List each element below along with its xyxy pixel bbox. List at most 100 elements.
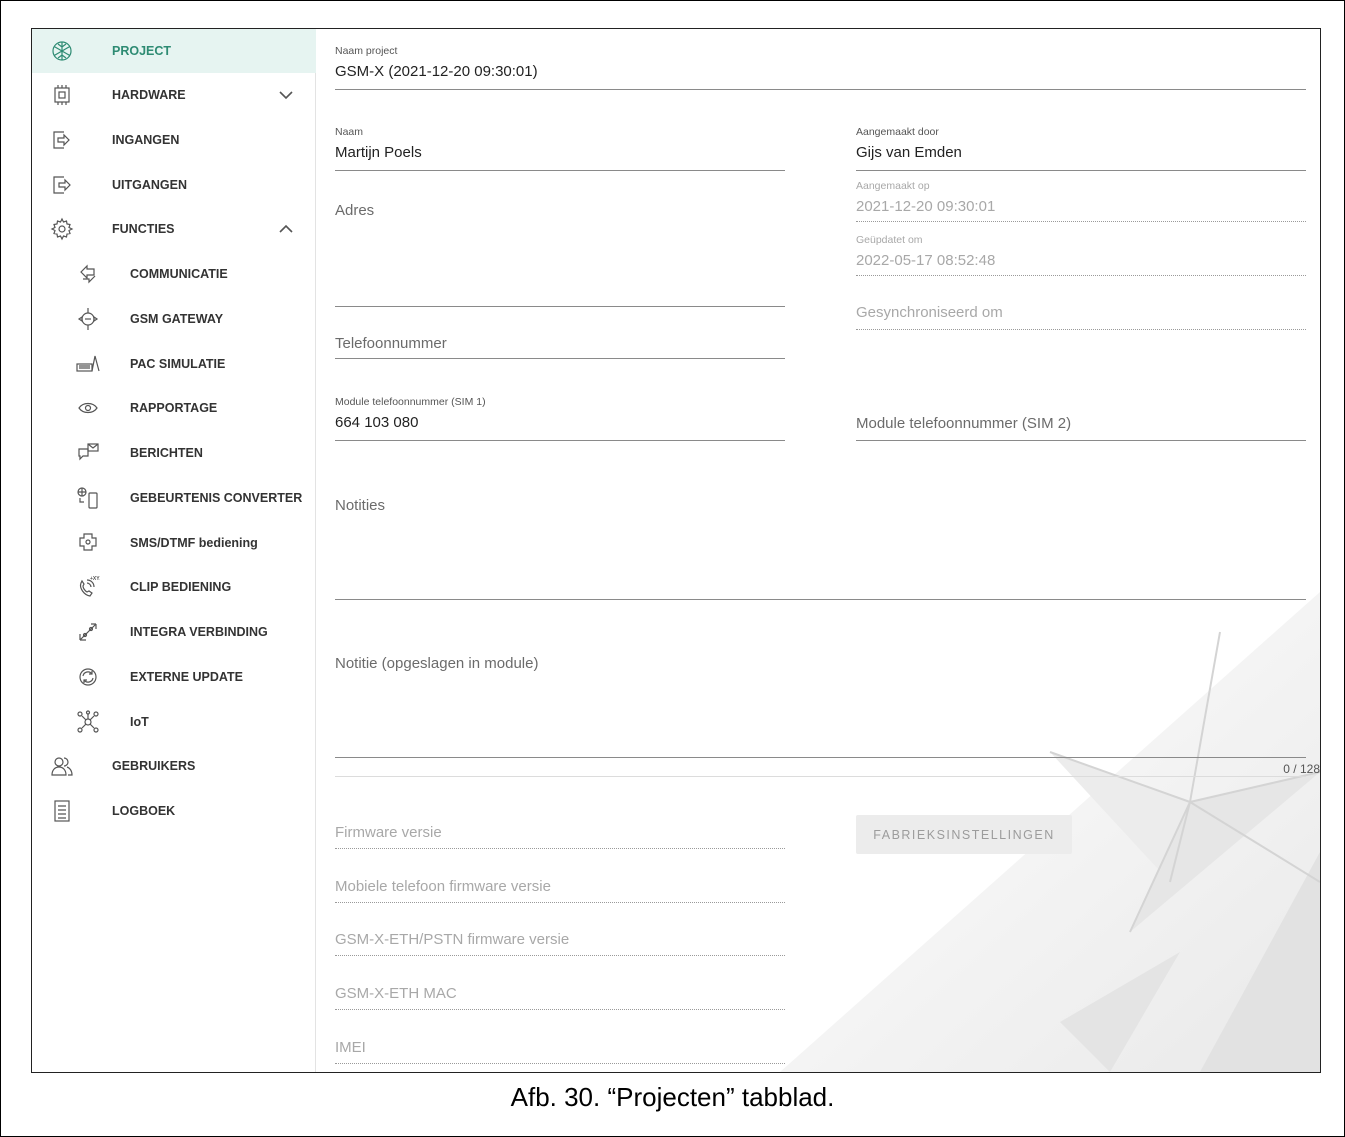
sidebar-item-clip-control[interactable]: +XYZ CLIP BEDIENING bbox=[32, 565, 316, 609]
eth-pstn-firmware-version-placeholder: GSM-X-ETH/PSTN firmware versie bbox=[335, 931, 570, 948]
updated-on-value: 2022-05-17 08:52:48 bbox=[856, 252, 996, 269]
sidebar-item-users[interactable]: GEBRUIKERS bbox=[32, 744, 316, 788]
sidebar-item-label: BERICHTEN bbox=[130, 446, 203, 460]
name-value: Martijn Poels bbox=[335, 144, 422, 161]
iot-icon bbox=[76, 710, 100, 734]
pac-simulation-icon bbox=[76, 352, 100, 376]
project-name-field[interactable]: Naam project GSM-X (2021-12-20 09:30:01) bbox=[335, 43, 1306, 90]
sidebar-item-hardware[interactable]: HARDWARE bbox=[32, 73, 316, 117]
communication-icon bbox=[76, 262, 100, 286]
project-icon bbox=[50, 39, 74, 63]
sidebar-item-communication[interactable]: COMMUNICATIE bbox=[32, 252, 316, 296]
eye-icon bbox=[76, 396, 100, 420]
sidebar-item-integra-connection[interactable]: INTEGRA VERBINDING bbox=[32, 610, 316, 654]
module-phone-sim2-placeholder: Module telefoonnummer (SIM 2) bbox=[856, 415, 1072, 432]
sidebar-item-label: COMMUNICATIE bbox=[130, 267, 228, 281]
outputs-icon bbox=[50, 173, 74, 197]
sidebar-item-pac-simulation[interactable]: PAC SIMULATIE bbox=[32, 342, 316, 386]
created-on-label: Aangemaakt op bbox=[856, 180, 930, 192]
module-phone-sim1-label: Module telefoonnummer (SIM 1) bbox=[335, 396, 486, 408]
event-converter-icon bbox=[76, 486, 100, 510]
sidebar-item-label: HARDWARE bbox=[112, 88, 186, 102]
chevron-up-icon[interactable] bbox=[276, 219, 296, 239]
created-on-field: Aangemaakt op 2021-12-20 09:30:01 bbox=[856, 178, 1306, 222]
sidebar-item-label: LOGBOEK bbox=[112, 804, 176, 818]
module-note-field[interactable]: Notitie (opgeslagen in module) bbox=[335, 649, 1306, 758]
sidebar: PROJECT HARDWARE INGANGEN UITGANGEN FUNC… bbox=[32, 29, 316, 1072]
sidebar-item-label: EXTERNE UPDATE bbox=[130, 670, 243, 684]
created-by-value: Gijs van Emden bbox=[856, 144, 962, 161]
sidebar-item-label: IoT bbox=[130, 715, 149, 729]
module-phone-sim2-field[interactable]: Module telefoonnummer (SIM 2) bbox=[856, 409, 1306, 441]
phone-field[interactable]: Telefoonnummer bbox=[335, 329, 785, 359]
sidebar-item-label: GSM GATEWAY bbox=[130, 312, 224, 326]
sidebar-item-label: PROJECT bbox=[112, 44, 172, 58]
svg-text:+XYZ: +XYZ bbox=[90, 576, 100, 582]
imei-placeholder: IMEI bbox=[335, 1039, 366, 1056]
logbook-icon bbox=[50, 799, 74, 823]
sidebar-item-label: PAC SIMULATIE bbox=[130, 357, 226, 371]
messages-icon bbox=[76, 441, 100, 465]
created-by-label: Aangemaakt door bbox=[856, 126, 939, 138]
sidebar-item-label: UITGANGEN bbox=[112, 178, 187, 192]
sidebar-item-outputs[interactable]: UITGANGEN bbox=[32, 163, 316, 207]
app-window: PROJECT HARDWARE INGANGEN UITGANGEN FUNC… bbox=[31, 28, 1321, 1073]
sidebar-item-label: INTEGRA VERBINDING bbox=[130, 625, 268, 639]
users-icon bbox=[50, 754, 74, 778]
sidebar-item-iot[interactable]: IoT bbox=[32, 700, 316, 744]
sms-dtmf-icon bbox=[76, 531, 100, 555]
sidebar-item-label: GEBRUIKERS bbox=[112, 759, 196, 773]
notes-placeholder: Notities bbox=[335, 497, 386, 514]
sidebar-item-label: INGANGEN bbox=[112, 133, 180, 147]
sidebar-item-label: CLIP BEDIENING bbox=[130, 580, 232, 594]
gsm-gateway-icon bbox=[76, 307, 100, 331]
firmware-version-placeholder: Firmware versie bbox=[335, 824, 442, 841]
name-field[interactable]: Naam Martijn Poels bbox=[335, 124, 785, 171]
section-divider bbox=[335, 776, 1306, 777]
sidebar-item-functions[interactable]: FUNCTIES bbox=[32, 207, 316, 251]
sidebar-item-label: RAPPORTAGE bbox=[130, 401, 218, 415]
created-by-field[interactable]: Aangemaakt door Gijs van Emden bbox=[856, 124, 1306, 171]
updated-on-label: Geüpdatet om bbox=[856, 234, 923, 246]
background-decoration bbox=[780, 592, 1320, 1072]
figure-caption: Afb. 30. “Projecten” tabblad. bbox=[510, 1082, 835, 1112]
mobile-firmware-version-placeholder: Mobiele telefoon firmware versie bbox=[335, 878, 551, 895]
module-phone-sim1-field[interactable]: Module telefoonnummer (SIM 1) 664 103 08… bbox=[335, 394, 785, 441]
hardware-icon bbox=[50, 83, 74, 107]
sidebar-item-inputs[interactable]: INGANGEN bbox=[32, 118, 316, 162]
mobile-firmware-version-field: Mobiele telefoon firmware versie bbox=[335, 873, 785, 903]
clip-control-icon: +XYZ bbox=[76, 575, 103, 599]
sidebar-item-project[interactable]: PROJECT bbox=[32, 29, 316, 73]
created-on-value: 2021-12-20 09:30:01 bbox=[856, 198, 996, 215]
sidebar-item-label: FUNCTIES bbox=[112, 222, 175, 236]
name-label: Naam bbox=[335, 126, 364, 138]
synchronized-on-field: Gesynchroniseerd om bbox=[856, 299, 1306, 330]
phone-placeholder: Telefoonnummer bbox=[335, 335, 447, 352]
module-note-placeholder: Notitie (opgeslagen in module) bbox=[335, 655, 539, 672]
chevron-down-icon[interactable] bbox=[276, 85, 296, 105]
inputs-icon bbox=[50, 128, 74, 152]
imei-field: IMEI bbox=[335, 1034, 785, 1064]
synchronized-on-placeholder: Gesynchroniseerd om bbox=[856, 304, 1003, 321]
sidebar-item-label: GEBEURTENIS CONVERTER bbox=[130, 491, 303, 505]
sidebar-item-sms-dtmf[interactable]: SMS/DTMF bediening bbox=[32, 521, 316, 565]
eth-mac-placeholder: GSM-X-ETH MAC bbox=[335, 985, 457, 1002]
sidebar-item-reporting[interactable]: RAPPORTAGE bbox=[32, 386, 316, 430]
notes-field[interactable]: Notities bbox=[335, 489, 1306, 600]
sidebar-item-messages[interactable]: BERICHTEN bbox=[32, 431, 316, 475]
firmware-version-field: Firmware versie bbox=[335, 819, 785, 849]
project-name-value: GSM-X (2021-12-20 09:30:01) bbox=[335, 63, 538, 80]
eth-mac-field: GSM-X-ETH MAC bbox=[335, 980, 785, 1010]
integra-connection-icon bbox=[76, 620, 100, 644]
sidebar-item-label: SMS/DTMF bediening bbox=[130, 536, 258, 550]
sidebar-item-external-update[interactable]: EXTERNE UPDATE bbox=[32, 655, 316, 699]
factory-settings-button[interactable]: FABRIEKSINSTELLINGEN bbox=[856, 815, 1072, 854]
sidebar-item-gsm-gateway[interactable]: GSM GATEWAY bbox=[32, 297, 316, 341]
address-placeholder: Adres bbox=[335, 202, 375, 219]
module-phone-sim1-value: 664 103 080 bbox=[335, 414, 419, 431]
sidebar-item-logbook[interactable]: LOGBOEK bbox=[32, 789, 316, 833]
eth-pstn-firmware-version-field: GSM-X-ETH/PSTN firmware versie bbox=[335, 926, 785, 956]
sidebar-item-event-converter[interactable]: GEBEURTENIS CONVERTER bbox=[32, 476, 316, 520]
address-field[interactable]: Adres bbox=[335, 194, 785, 307]
character-counter: 0 / 128 bbox=[1283, 762, 1320, 776]
